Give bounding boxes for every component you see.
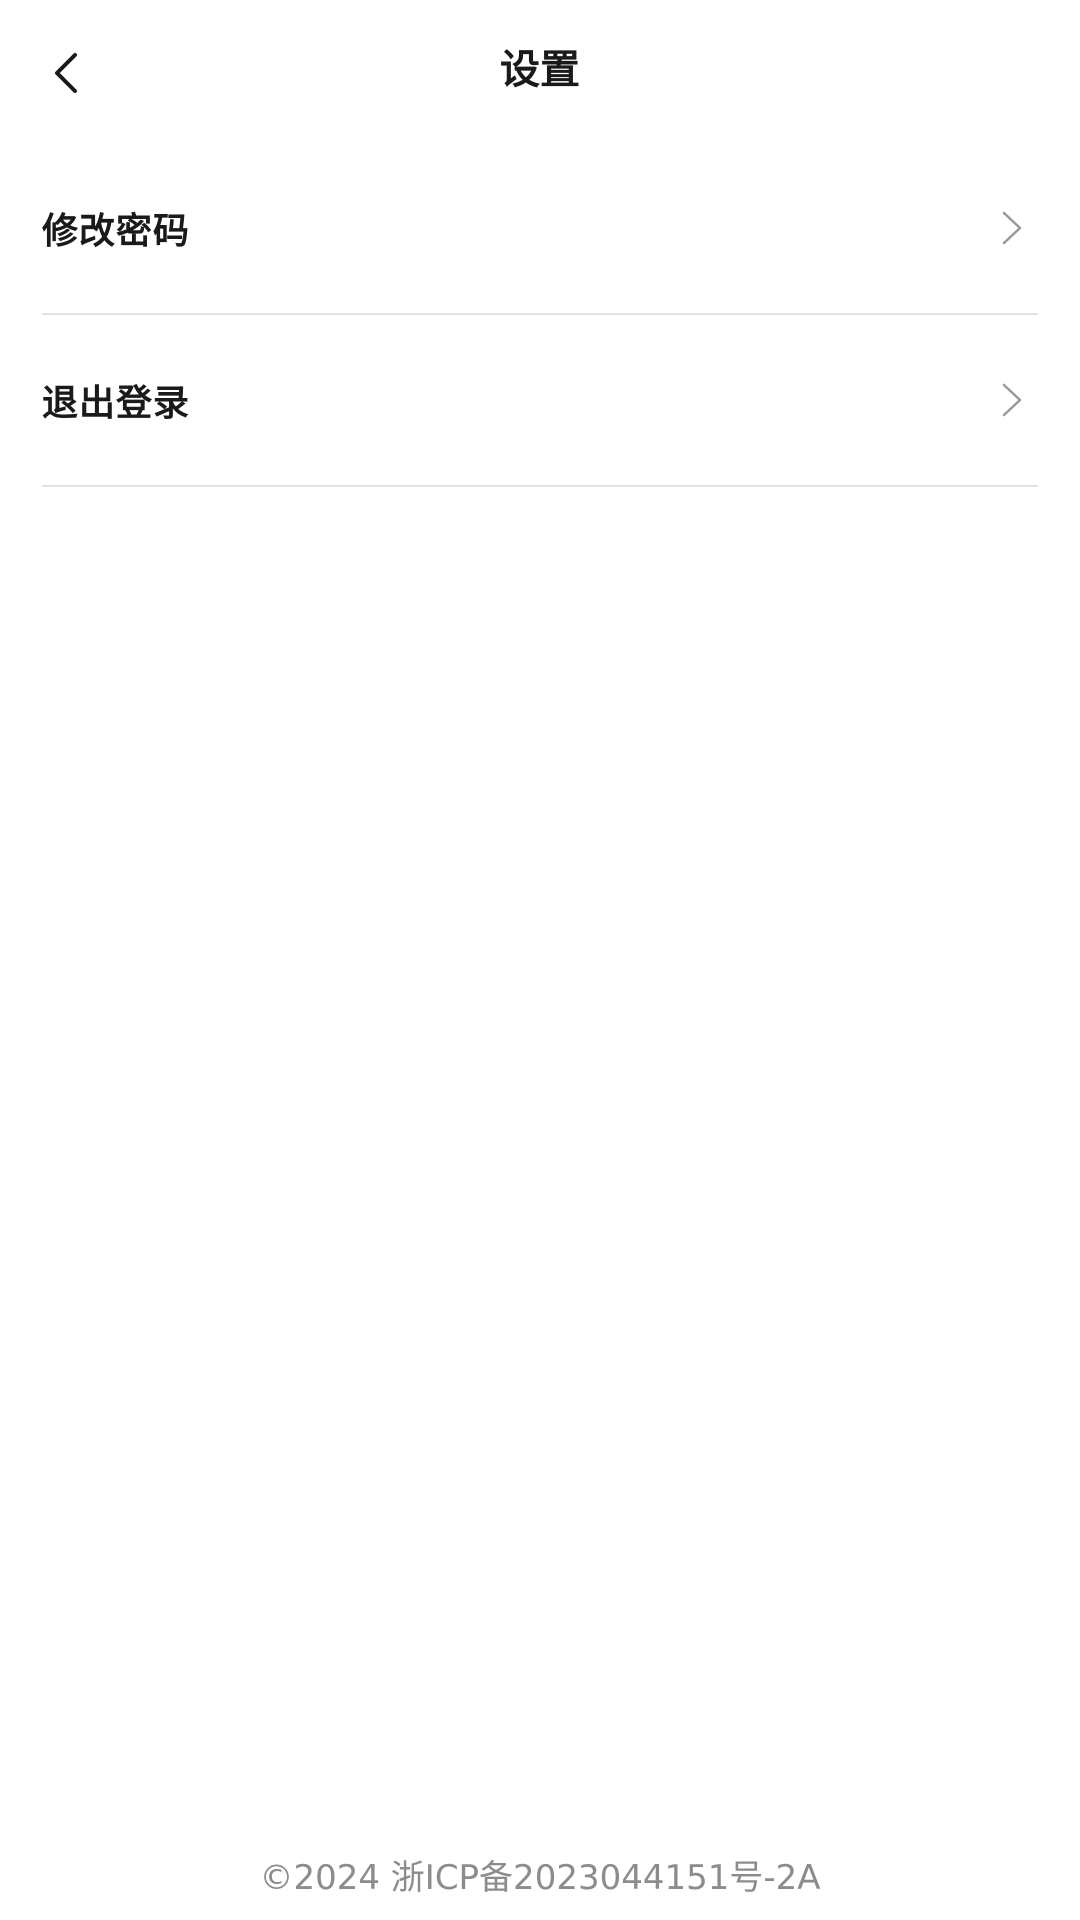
menu-item-logout[interactable]: 退出登录	[42, 315, 1038, 487]
icp-footer-link[interactable]: ©2024 浙ICP备2023044151号-2A	[0, 1853, 1080, 1903]
menu-item-label: 退出登录	[42, 383, 191, 424]
menu-item-label: 修改密码	[42, 211, 191, 252]
page-title: 设置	[500, 47, 580, 93]
header-bar: 设置	[0, 0, 1080, 140]
chevron-right-icon	[992, 380, 1032, 420]
menu-item-change-password[interactable]: 修改密码	[42, 143, 1038, 315]
chevron-right-icon	[992, 208, 1032, 248]
settings-menu: 修改密码 退出登录	[42, 143, 1038, 487]
